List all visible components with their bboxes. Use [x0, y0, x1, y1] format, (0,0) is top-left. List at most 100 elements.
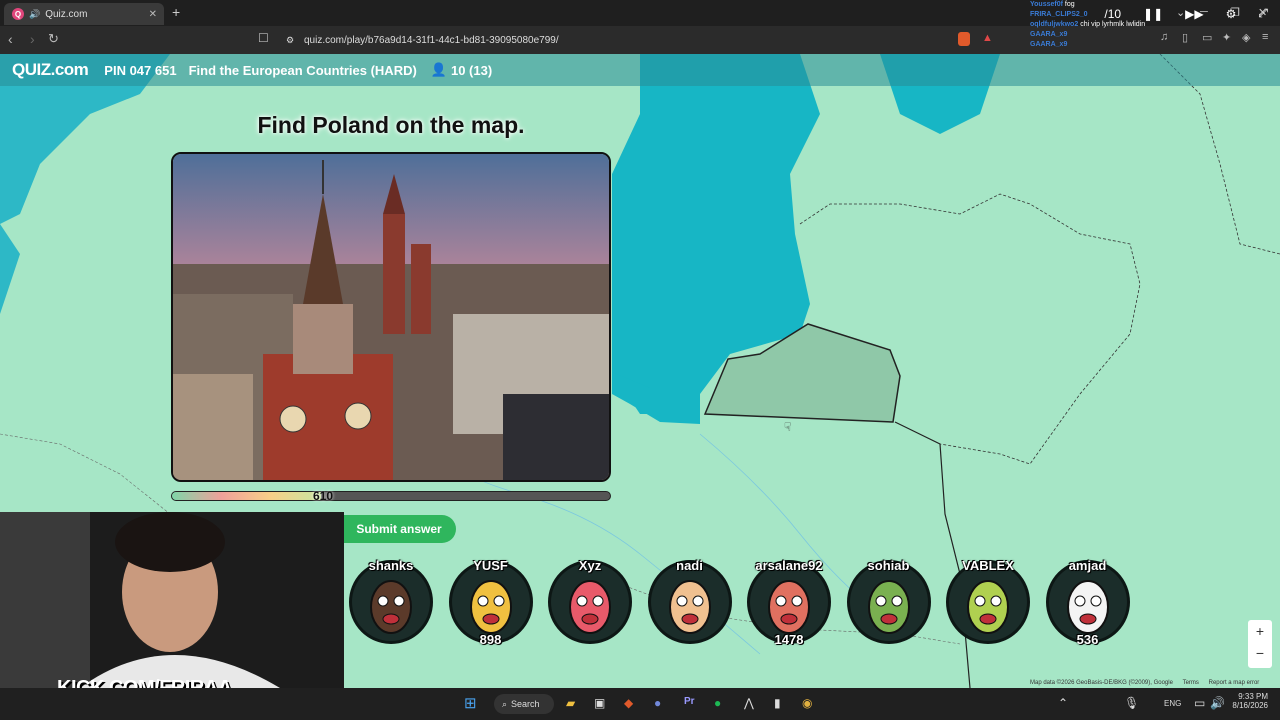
- chrome-icon[interactable]: ◉: [802, 696, 812, 710]
- player-avatar: Xyz: [548, 558, 632, 644]
- avatar-name: Xyz: [578, 558, 602, 573]
- chat-message: FRIRA_CLIPS2_0: [1030, 10, 1280, 20]
- browser-tab[interactable]: Q 🔊 Quiz.com ✕: [4, 3, 164, 25]
- chat-username: FRIRA_CLIPS2_0: [1030, 11, 1088, 18]
- avatar-name: YUSF: [473, 558, 508, 573]
- stream-chat: Youssef0f fog FRIRA_CLIPS2_0 oqldfuljwkwo…: [1030, 0, 1280, 50]
- game-pin: PIN 047 651: [104, 62, 177, 78]
- chat-username: oqldfuljwkwo2: [1030, 21, 1079, 28]
- hand-cursor-icon: ☟: [784, 420, 792, 434]
- avatar-character-icon: [370, 580, 412, 634]
- audio-icon: 🔊: [29, 8, 41, 19]
- border-line-baltic: [799, 193, 1141, 465]
- avatar-name: arsalane92: [755, 558, 823, 573]
- quiz-favicon-icon: Q: [12, 8, 24, 20]
- player-avatar: shanks: [349, 558, 433, 644]
- avatar-score: 1478: [774, 632, 804, 647]
- avatar-character-icon: [668, 580, 711, 634]
- zoom-in-icon[interactable]: +: [1248, 620, 1272, 642]
- chat-message: GAARA_x9: [1030, 40, 1280, 50]
- site-info-icon[interactable]: ⚙: [286, 35, 294, 46]
- app-icon-2[interactable]: ⋀: [744, 696, 754, 710]
- timer-value: 610: [313, 489, 334, 503]
- avatar-name: sohiab: [867, 558, 910, 573]
- avatar-name: VABLEX: [962, 558, 1014, 573]
- player-avatar: VABLEX: [946, 558, 1030, 644]
- app-icon[interactable]: ▣: [594, 696, 605, 710]
- time-text: 9:33 PM: [1238, 692, 1268, 701]
- discord-icon[interactable]: ●: [654, 696, 661, 710]
- quiz-logo[interactable]: QUIZ.com: [12, 60, 89, 80]
- avatar-character-icon: [768, 580, 810, 634]
- avatar-score: 898: [479, 632, 502, 647]
- person-icon: 👤: [430, 62, 447, 77]
- back-icon[interactable]: ‹: [8, 31, 13, 47]
- chat-message: GAARA_x9: [1030, 30, 1280, 40]
- report-map-error-link[interactable]: Report a map error: [1209, 680, 1260, 686]
- avatar-character-icon: [967, 580, 1009, 634]
- player-avatar: sohiab: [846, 558, 931, 644]
- question-text: Find Poland on the map.: [257, 112, 525, 138]
- taskbar-search[interactable]: ⌕ Search: [494, 694, 554, 714]
- avatar-character-icon: [1066, 580, 1109, 634]
- tab-title: Quiz.com: [45, 8, 88, 20]
- search-label: Search: [511, 699, 540, 709]
- avatar-character-icon: [569, 580, 611, 634]
- brave-shield-icon[interactable]: [958, 32, 970, 46]
- tray-chevron-icon[interactable]: ⌃: [1058, 696, 1068, 710]
- chat-username: GAARA_x9: [1030, 41, 1068, 48]
- search-icon: ⌕: [502, 698, 508, 709]
- player-avatar: amjad 536: [1045, 558, 1130, 647]
- player-avatar: arsalane92 1478: [747, 558, 831, 647]
- quiz-header: QUIZ.com PIN 047 651 Find the European C…: [0, 54, 1280, 86]
- attribution-text: Map data ©2026 GeoBasis-DE/BKG (©2009), …: [1030, 680, 1173, 686]
- krakow-photo: [173, 154, 609, 480]
- premiere-icon[interactable]: Pr: [684, 696, 695, 707]
- chat-text: chi vip lyrhmlk lwlidin: [1080, 21, 1146, 28]
- terms-link[interactable]: Terms: [1183, 680, 1199, 686]
- close-tab-icon[interactable]: ✕: [149, 9, 157, 20]
- document-icon[interactable]: ▮: [774, 696, 781, 710]
- mic-icon[interactable]: 🎙: [1124, 696, 1139, 710]
- submit-answer-button[interactable]: Submit answer: [342, 515, 456, 543]
- avatar-name: amjad: [1068, 558, 1107, 573]
- streamer-video: [0, 512, 344, 688]
- avatar-name: shanks: [368, 558, 414, 573]
- border-line-germany: [0, 433, 171, 515]
- bookmark-icon[interactable]: ☐: [258, 31, 269, 45]
- avatar-character-icon: [469, 580, 512, 634]
- webcam-overlay: [0, 512, 344, 688]
- avatar-name: nadi: [676, 558, 703, 573]
- player-count-text: 10 (13): [450, 62, 493, 78]
- player-avatar: YUSF 898: [448, 558, 533, 647]
- url-text: quiz.com/play/b76a9d14-31f1-44c1-bd81-39…: [304, 34, 559, 46]
- chat-text: fog: [1064, 1, 1075, 8]
- brave-browser-icon[interactable]: ◆: [624, 696, 633, 710]
- question-photo: [171, 152, 611, 482]
- quiz-title: Find the European Countries (HARD): [188, 62, 417, 78]
- windows-start-icon[interactable]: ⊞: [464, 694, 477, 712]
- network-icon[interactable]: ▭: [1194, 696, 1205, 710]
- timer-fill: [172, 492, 321, 500]
- clock[interactable]: 9:33 PM 8/16/2026: [1230, 692, 1268, 710]
- chat-username: Youssef0f: [1030, 1, 1063, 8]
- volume-icon[interactable]: 🔊: [1210, 696, 1225, 710]
- player-count: 👤 10 (13): [431, 62, 492, 78]
- new-tab-icon[interactable]: +: [172, 4, 180, 20]
- avatar-score: 536: [1076, 632, 1099, 647]
- chat-message: Youssef0f fog: [1030, 0, 1280, 10]
- map-zoom-control: + −: [1248, 620, 1272, 668]
- avatar-character-icon: [867, 580, 910, 634]
- map-attribution: Map data ©2026 GeoBasis-DE/BKG (©2009), …: [1030, 680, 1259, 686]
- forward-icon[interactable]: ›: [30, 31, 35, 47]
- reload-icon[interactable]: ↻: [48, 31, 59, 47]
- url-field[interactable]: ⚙ quiz.com/play/b76a9d14-31f1-44c1-bd81-…: [280, 30, 980, 50]
- brave-rewards-icon[interactable]: ▲: [982, 32, 993, 44]
- spotify-icon[interactable]: ●: [714, 696, 721, 710]
- border-line-east: [894, 421, 971, 688]
- north-sea-south: [0, 224, 20, 314]
- date-text: 8/16/2026: [1232, 701, 1268, 710]
- file-explorer-icon[interactable]: ▰: [566, 696, 575, 710]
- language-indicator[interactable]: ENG: [1164, 699, 1181, 708]
- zoom-out-icon[interactable]: −: [1248, 642, 1272, 664]
